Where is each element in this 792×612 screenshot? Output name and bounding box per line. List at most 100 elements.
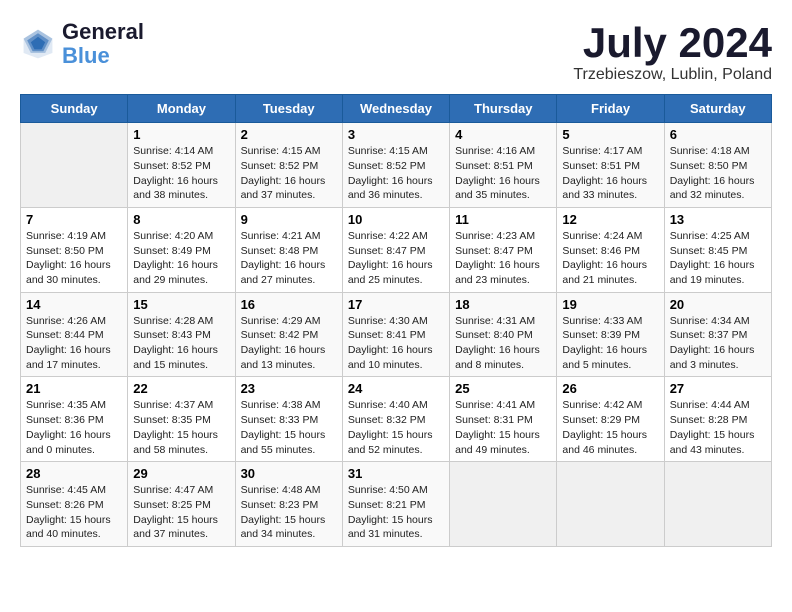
calendar-week-row: 21 Sunrise: 4:35 AM Sunset: 8:36 PM Dayli… <box>21 377 772 462</box>
day-info: Sunrise: 4:48 AM Sunset: 8:23 PM Dayligh… <box>241 483 337 542</box>
calendar-cell: 6Sunrise: 4:18 AM Sunset: 8:50 PM Daylig… <box>664 123 771 208</box>
day-header: Sunday <box>21 95 128 123</box>
day-number: 9 <box>241 212 337 227</box>
calendar-cell: 14 Sunrise: 4:26 AM Sunset: 8:44 PM Dayli… <box>21 292 128 377</box>
day-number: 31 <box>348 466 444 481</box>
calendar-week-row: 1 Sunrise: 4:14 AM Sunset: 8:52 PM Daylig… <box>21 123 772 208</box>
calendar-cell: 15Sunrise: 4:28 AM Sunset: 8:43 PM Dayli… <box>128 292 235 377</box>
day-info: Sunrise: 4:21 AM Sunset: 8:48 PM Dayligh… <box>241 229 337 288</box>
day-number: 18 <box>455 297 551 312</box>
day-info: Sunrise: 4:19 AM Sunset: 8:50 PM Dayligh… <box>26 229 122 288</box>
day-info: Sunrise: 4:34 AM Sunset: 8:37 PM Dayligh… <box>670 314 766 373</box>
day-info: Sunrise: 4:31 AM Sunset: 8:40 PM Dayligh… <box>455 314 551 373</box>
day-info: Sunrise: 4:25 AM Sunset: 8:45 PM Dayligh… <box>670 229 766 288</box>
day-number: 1 <box>133 127 229 142</box>
day-info: Sunrise: 4:45 AM Sunset: 8:26 PM Dayligh… <box>26 483 122 542</box>
calendar-cell: 21 Sunrise: 4:35 AM Sunset: 8:36 PM Dayli… <box>21 377 128 462</box>
calendar-header-row: SundayMondayTuesdayWednesdayThursdayFrid… <box>21 95 772 123</box>
month-title: July 2024 <box>573 20 772 66</box>
calendar-cell: 17 Sunrise: 4:30 AM Sunset: 8:41 PM Dayli… <box>342 292 449 377</box>
calendar-cell <box>664 462 771 547</box>
title-area: July 2024 Trzebieszow, Lublin, Poland <box>573 20 772 84</box>
logo: General Blue <box>20 20 144 68</box>
day-info: Sunrise: 4:22 AM Sunset: 8:47 PM Dayligh… <box>348 229 444 288</box>
calendar-cell: 8 Sunrise: 4:20 AM Sunset: 8:49 PM Daylig… <box>128 207 235 292</box>
calendar-cell: 19 Sunrise: 4:33 AM Sunset: 8:39 PM Dayli… <box>557 292 664 377</box>
day-info: Sunrise: 4:50 AM Sunset: 8:21 PM Dayligh… <box>348 483 444 542</box>
day-info: Sunrise: 4:35 AM Sunset: 8:36 PM Dayligh… <box>26 398 122 457</box>
day-number: 25 <box>455 381 551 396</box>
calendar-cell: 30 Sunrise: 4:48 AM Sunset: 8:23 PM Dayli… <box>235 462 342 547</box>
day-header: Thursday <box>450 95 557 123</box>
calendar-cell: 7 Sunrise: 4:19 AM Sunset: 8:50 PM Daylig… <box>21 207 128 292</box>
calendar-cell: 11 Sunrise: 4:23 AM Sunset: 8:47 PM Dayli… <box>450 207 557 292</box>
calendar-cell: 4 Sunrise: 4:16 AM Sunset: 8:51 PM Daylig… <box>450 123 557 208</box>
day-number: 5 <box>562 127 658 142</box>
calendar-cell: 26Sunrise: 4:42 AM Sunset: 8:29 PM Dayli… <box>557 377 664 462</box>
day-info: Sunrise: 4:28 AM Sunset: 8:43 PM Dayligh… <box>133 314 229 373</box>
day-number: 14 <box>26 297 122 312</box>
day-info: Sunrise: 4:24 AM Sunset: 8:46 PM Dayligh… <box>562 229 658 288</box>
calendar-body: 1 Sunrise: 4:14 AM Sunset: 8:52 PM Daylig… <box>21 123 772 547</box>
day-number: 13 <box>670 212 766 227</box>
day-info: Sunrise: 4:30 AM Sunset: 8:41 PM Dayligh… <box>348 314 444 373</box>
day-number: 17 <box>348 297 444 312</box>
day-header: Friday <box>557 95 664 123</box>
calendar-cell: 16Sunrise: 4:29 AM Sunset: 8:42 PM Dayli… <box>235 292 342 377</box>
day-number: 16 <box>241 297 337 312</box>
day-header: Saturday <box>664 95 771 123</box>
logo-text: General Blue <box>62 20 144 68</box>
day-number: 12 <box>562 212 658 227</box>
calendar-table: SundayMondayTuesdayWednesdayThursdayFrid… <box>20 94 772 547</box>
day-info: Sunrise: 4:14 AM Sunset: 8:52 PM Dayligh… <box>133 144 229 203</box>
calendar-cell: 1 Sunrise: 4:14 AM Sunset: 8:52 PM Daylig… <box>128 123 235 208</box>
day-info: Sunrise: 4:23 AM Sunset: 8:47 PM Dayligh… <box>455 229 551 288</box>
day-info: Sunrise: 4:15 AM Sunset: 8:52 PM Dayligh… <box>348 144 444 203</box>
calendar-cell: 9 Sunrise: 4:21 AM Sunset: 8:48 PM Daylig… <box>235 207 342 292</box>
page-header: General Blue July 2024 Trzebieszow, Lubl… <box>20 20 772 84</box>
day-info: Sunrise: 4:40 AM Sunset: 8:32 PM Dayligh… <box>348 398 444 457</box>
calendar-cell: 3 Sunrise: 4:15 AM Sunset: 8:52 PM Daylig… <box>342 123 449 208</box>
day-number: 23 <box>241 381 337 396</box>
day-number: 22 <box>133 381 229 396</box>
day-info: Sunrise: 4:15 AM Sunset: 8:52 PM Dayligh… <box>241 144 337 203</box>
day-number: 7 <box>26 212 122 227</box>
day-info: Sunrise: 4:33 AM Sunset: 8:39 PM Dayligh… <box>562 314 658 373</box>
calendar-cell: 10 Sunrise: 4:22 AM Sunset: 8:47 PM Dayli… <box>342 207 449 292</box>
calendar-cell: 2Sunrise: 4:15 AM Sunset: 8:52 PM Daylig… <box>235 123 342 208</box>
day-info: Sunrise: 4:16 AM Sunset: 8:51 PM Dayligh… <box>455 144 551 203</box>
calendar-week-row: 28 Sunrise: 4:45 AM Sunset: 8:26 PM Dayli… <box>21 462 772 547</box>
calendar-cell <box>21 123 128 208</box>
calendar-cell: 24Sunrise: 4:40 AM Sunset: 8:32 PM Dayli… <box>342 377 449 462</box>
day-number: 8 <box>133 212 229 227</box>
calendar-cell: 13 Sunrise: 4:25 AM Sunset: 8:45 PM Dayli… <box>664 207 771 292</box>
calendar-week-row: 7 Sunrise: 4:19 AM Sunset: 8:50 PM Daylig… <box>21 207 772 292</box>
day-info: Sunrise: 4:44 AM Sunset: 8:28 PM Dayligh… <box>670 398 766 457</box>
day-number: 28 <box>26 466 122 481</box>
day-number: 11 <box>455 212 551 227</box>
day-info: Sunrise: 4:26 AM Sunset: 8:44 PM Dayligh… <box>26 314 122 373</box>
day-info: Sunrise: 4:18 AM Sunset: 8:50 PM Dayligh… <box>670 144 766 203</box>
day-number: 4 <box>455 127 551 142</box>
calendar-cell <box>557 462 664 547</box>
day-number: 21 <box>26 381 122 396</box>
day-info: Sunrise: 4:37 AM Sunset: 8:35 PM Dayligh… <box>133 398 229 457</box>
calendar-cell <box>450 462 557 547</box>
calendar-cell: 18 Sunrise: 4:31 AM Sunset: 8:40 PM Dayli… <box>450 292 557 377</box>
day-number: 3 <box>348 127 444 142</box>
day-header: Wednesday <box>342 95 449 123</box>
calendar-cell: 27Sunrise: 4:44 AM Sunset: 8:28 PM Dayli… <box>664 377 771 462</box>
calendar-cell: 23 Sunrise: 4:38 AM Sunset: 8:33 PM Dayli… <box>235 377 342 462</box>
location-title: Trzebieszow, Lublin, Poland <box>573 66 772 84</box>
day-number: 19 <box>562 297 658 312</box>
day-info: Sunrise: 4:47 AM Sunset: 8:25 PM Dayligh… <box>133 483 229 542</box>
day-number: 30 <box>241 466 337 481</box>
day-number: 20 <box>670 297 766 312</box>
day-info: Sunrise: 4:17 AM Sunset: 8:51 PM Dayligh… <box>562 144 658 203</box>
day-number: 10 <box>348 212 444 227</box>
calendar-cell: 28 Sunrise: 4:45 AM Sunset: 8:26 PM Dayli… <box>21 462 128 547</box>
day-info: Sunrise: 4:38 AM Sunset: 8:33 PM Dayligh… <box>241 398 337 457</box>
day-info: Sunrise: 4:20 AM Sunset: 8:49 PM Dayligh… <box>133 229 229 288</box>
calendar-cell: 29Sunrise: 4:47 AM Sunset: 8:25 PM Dayli… <box>128 462 235 547</box>
calendar-cell: 20 Sunrise: 4:34 AM Sunset: 8:37 PM Dayli… <box>664 292 771 377</box>
